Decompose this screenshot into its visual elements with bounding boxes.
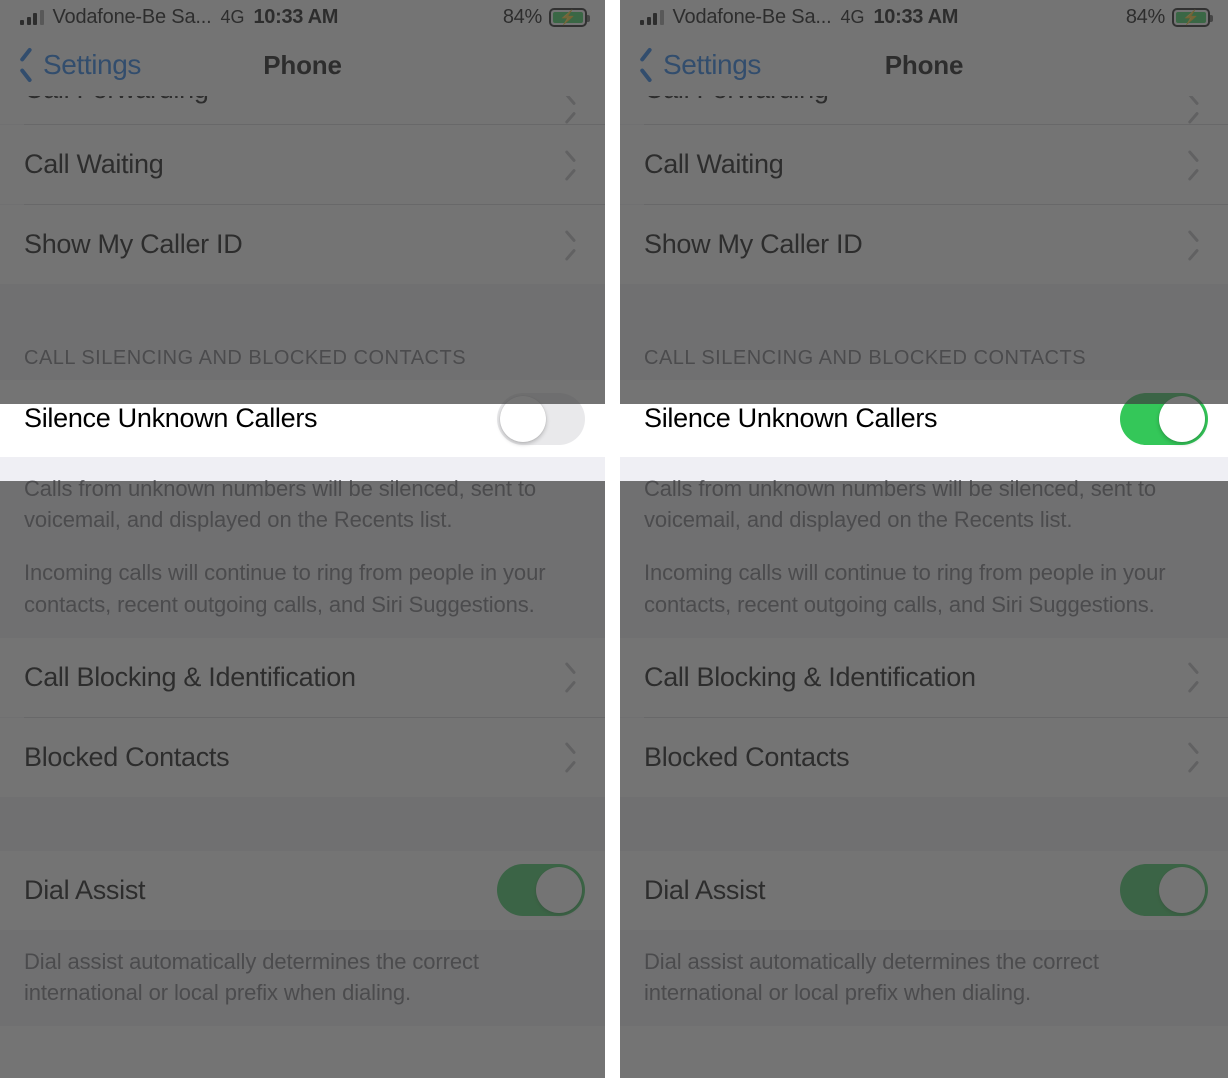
chevron-left-icon [18,50,35,80]
description-paragraph-1: Calls from unknown numbers will be silen… [644,476,1157,533]
list-item-silence-unknown-callers[interactable]: Silence Unknown Callers [0,380,605,457]
list-item-dial-assist[interactable]: Dial Assist [620,850,1228,930]
list-item-label: Call Blocking & Identification [644,661,976,692]
toggle-knob [500,395,546,442]
section-header-call-silencing: CALL SILENCING AND BLOCKED CONTACTS [620,332,1228,380]
dial-assist-description: Dial assist automatically determines the… [0,929,605,1027]
network-type: 4G [220,6,245,27]
chevron-right-icon [565,665,579,689]
list-item-label: Silence Unknown Callers [24,403,318,433]
section-gap [0,284,605,332]
list-item-dial-assist[interactable]: Dial Assist [0,850,605,930]
phone-settings-screen-before: Vodafone-Be Sa... 4G 10:33 AM 84% ⚡ Sett… [0,0,605,1078]
chevron-right-icon [565,233,579,257]
silence-unknown-callers-description: Calls from unknown numbers will be silen… [620,457,1228,638]
toggle-knob [1159,867,1205,914]
list-item-blocked-contacts[interactable]: Blocked Contacts [620,717,1228,797]
side-by-side-comparison: Vodafone-Be Sa... 4G 10:33 AM 84% ⚡ Sett… [0,0,1228,1078]
section-gap [620,284,1228,332]
silence-unknown-callers-toggle[interactable] [497,392,585,445]
list-item-call-blocking-identification[interactable]: Call Blocking & Identification [0,637,605,717]
silence-unknown-callers-toggle[interactable] [1120,392,1208,445]
list-item-label: Call Waiting [644,149,784,179]
dial-assist-toggle[interactable] [497,864,585,917]
status-bar-clock: 10:33 AM [253,5,339,28]
list-item-label: Dial Assist [24,874,146,905]
silence-unknown-callers-description: Calls from unknown numbers will be silen… [0,457,605,638]
back-to-settings-button[interactable]: Settings [18,49,141,81]
chevron-right-icon [1188,665,1202,689]
battery-charging-icon: ⚡ [1172,7,1213,27]
list-item-label: Call Forwarding [644,96,1188,105]
settings-list: Call Forwarding Call Waiting Show My Cal… [620,96,1228,1027]
settings-list: Call Forwarding Call Waiting Show My Cal… [0,96,605,1027]
navigation-bar: Settings Phone [620,34,1228,96]
dial-assist-description: Dial assist automatically determines the… [620,929,1228,1027]
signal-strength-icon [640,9,664,25]
back-button-label: Settings [663,49,761,80]
list-item-call-blocking-identification[interactable]: Call Blocking & Identification [620,637,1228,717]
list-item-label: Call Waiting [24,149,164,179]
status-bar-clock: 10:33 AM [873,5,959,28]
carrier-name: Vodafone-Be Sa... [52,5,212,28]
list-item-label: Call Blocking & Identification [24,661,356,692]
description-paragraph-1: Calls from unknown numbers will be silen… [24,476,537,533]
list-item-label: Blocked Contacts [24,741,230,772]
description-paragraph-2: Incoming calls will continue to ring fro… [644,560,1166,617]
list-item-call-forwarding[interactable]: Call Forwarding [0,96,605,124]
section-gap [0,796,605,851]
list-item-silence-unknown-callers[interactable]: Silence Unknown Callers [620,380,1228,457]
carrier-name: Vodafone-Be Sa... [672,5,832,28]
back-to-settings-button[interactable]: Settings [638,49,761,81]
phone-settings-screen-after: Vodafone-Be Sa... 4G 10:33 AM 84% ⚡ Sett… [620,0,1228,1078]
battery-percentage: 84% [502,5,542,28]
list-item-show-my-caller-id[interactable]: Show My Caller ID [0,205,605,284]
section-header-call-silencing: CALL SILENCING AND BLOCKED CONTACTS [0,332,605,380]
battery-charging-icon: ⚡ [549,7,590,27]
navigation-bar: Settings Phone [0,34,605,96]
dial-assist-toggle[interactable] [1120,864,1208,917]
back-button-label: Settings [43,49,141,80]
description-paragraph: Dial assist automatically determines the… [644,948,1099,1006]
list-item-label: Dial Assist [644,874,766,905]
chevron-left-icon [638,50,655,80]
chevron-right-icon [565,96,579,120]
list-item-label: Silence Unknown Callers [644,403,938,433]
toggle-knob [1159,395,1205,442]
chevron-right-icon [1188,233,1202,257]
network-type: 4G [840,6,865,27]
description-paragraph: Dial assist automatically determines the… [24,948,479,1006]
list-item-call-waiting[interactable]: Call Waiting [620,125,1228,204]
status-bar: Vodafone-Be Sa... 4G 10:33 AM 84% ⚡ [0,0,605,34]
section-gap [620,796,1228,851]
toggle-knob [536,867,582,914]
list-item-blocked-contacts[interactable]: Blocked Contacts [0,717,605,797]
signal-strength-icon [20,9,44,25]
list-item-call-waiting[interactable]: Call Waiting [0,125,605,204]
panel-divider [605,0,620,1078]
list-item-call-forwarding[interactable]: Call Forwarding [620,96,1228,124]
status-bar: Vodafone-Be Sa... 4G 10:33 AM 84% ⚡ [620,0,1228,34]
battery-percentage: 84% [1125,5,1165,28]
chevron-right-icon [1188,96,1202,120]
chevron-right-icon [565,153,579,177]
list-item-label: Show My Caller ID [24,229,243,259]
list-item-label: Call Forwarding [24,96,565,105]
list-item-show-my-caller-id[interactable]: Show My Caller ID [620,205,1228,284]
description-paragraph-2: Incoming calls will continue to ring fro… [24,560,546,617]
chevron-right-icon [565,745,579,769]
chevron-right-icon [1188,153,1202,177]
list-item-label: Show My Caller ID [644,229,863,259]
chevron-right-icon [1188,745,1202,769]
list-item-label: Blocked Contacts [644,741,850,772]
